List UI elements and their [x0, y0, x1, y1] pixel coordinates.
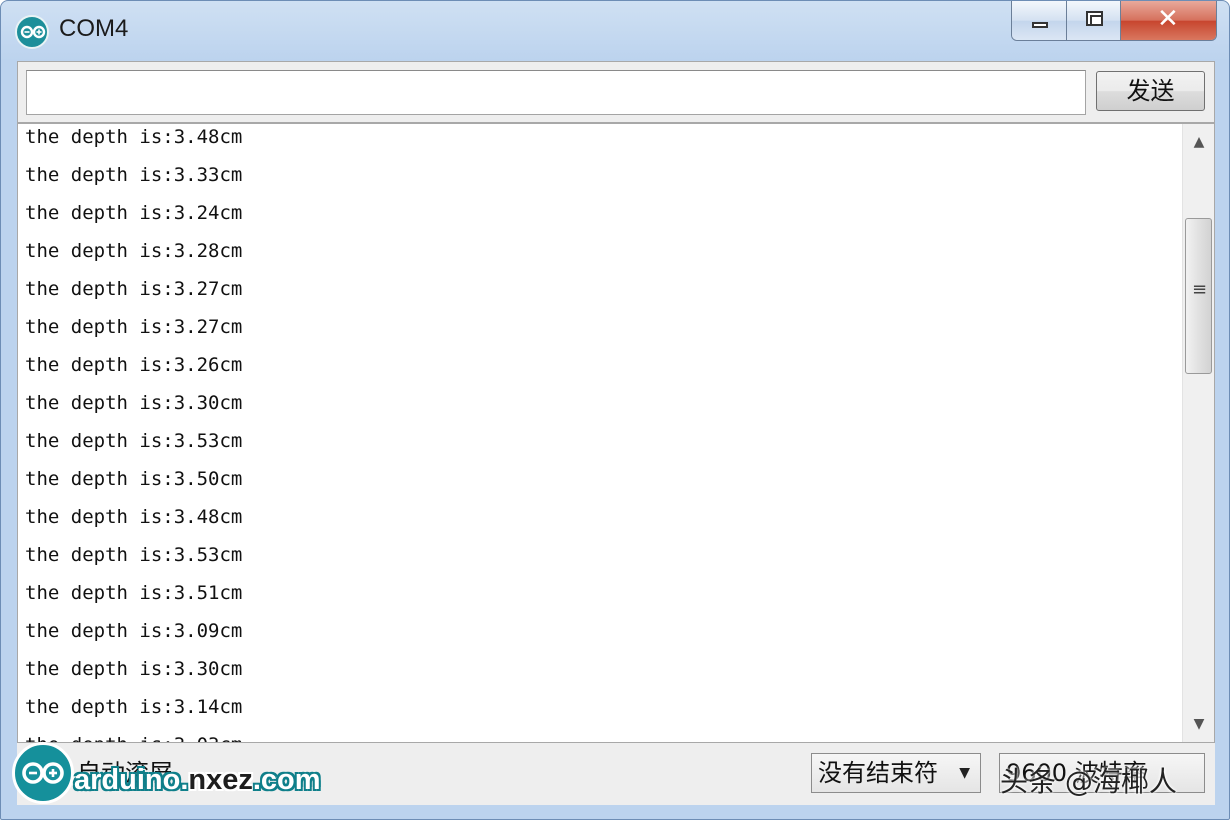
serial-line: the depth is:3.03cm — [25, 726, 242, 742]
toutiao-watermark: 头条 @海椰人 — [1000, 765, 1177, 798]
title-bar[interactable]: COM4 ✕ — [1, 1, 1229, 59]
site-watermark-part: .com — [252, 764, 321, 796]
serial-line: the depth is:3.14cm — [25, 696, 243, 718]
serial-line: the depth is:3.51cm — [25, 582, 243, 604]
send-input[interactable] — [26, 70, 1086, 115]
site-watermark-part: arduino. — [74, 764, 189, 796]
caption-buttons: ✕ — [1011, 1, 1217, 41]
serial-line: the depth is:3.30cm — [25, 658, 243, 680]
serial-line: the depth is:3.09cm — [25, 620, 243, 642]
scroll-down-arrow-icon[interactable]: ▼ — [1183, 706, 1214, 742]
site-watermark-part: nxez — [188, 764, 253, 796]
serial-line: the depth is:3.53cm — [25, 544, 243, 566]
scroll-up-arrow-icon[interactable]: ▲ — [1183, 124, 1214, 160]
serial-line: the depth is:3.33cm — [25, 164, 243, 186]
arduino-app-icon — [15, 15, 49, 49]
chevron-down-icon: ▼ — [959, 765, 970, 781]
close-button[interactable]: ✕ — [1120, 1, 1216, 40]
send-bar: 发送 — [17, 61, 1215, 123]
minimize-button[interactable] — [1012, 1, 1068, 40]
serial-line: the depth is:3.30cm — [25, 392, 243, 414]
grip-icon: ≡ — [1192, 279, 1208, 300]
serial-line: the depth is:3.48cm — [25, 506, 243, 528]
arduino-logo-watermark — [12, 742, 74, 804]
scrollbar-thumb[interactable]: ≡ — [1185, 218, 1212, 374]
output-lines: the depth is:3.48cm the depth is:3.33cm th… — [25, 124, 243, 742]
serial-line: the depth is:3.53cm — [25, 430, 243, 452]
maximize-icon — [1086, 11, 1104, 26]
serial-line: the depth is:3.27cm — [25, 278, 243, 300]
serial-output[interactable]: the depth is:3.48cm the depth is:3.33cm th… — [17, 123, 1215, 743]
site-watermark: arduino.nxez.com — [74, 764, 321, 797]
serial-line: the depth is:3.28cm — [25, 240, 243, 262]
window-title: COM4 — [59, 15, 129, 42]
line-ending-select[interactable]: 没有结束符 ▼ — [811, 753, 981, 793]
line-ending-value: 没有结束符 — [818, 759, 938, 787]
vertical-scrollbar[interactable]: ▲ ≡ ▼ — [1182, 124, 1214, 742]
serial-line: the depth is:3.27cm — [25, 316, 243, 338]
minimize-icon — [1032, 22, 1048, 28]
serial-line: the depth is:3.50cm — [25, 468, 243, 490]
serial-line: the depth is:3.26cm — [25, 354, 243, 376]
serial-monitor-window: COM4 ✕ 发送 the depth is:3.48cm the depth i… — [0, 0, 1230, 820]
close-icon: ✕ — [1156, 4, 1179, 34]
maximize-button[interactable] — [1067, 1, 1121, 40]
serial-line: the depth is:3.24cm — [25, 202, 243, 224]
serial-line: the depth is:3.48cm — [25, 126, 243, 148]
send-button[interactable]: 发送 — [1096, 71, 1205, 111]
